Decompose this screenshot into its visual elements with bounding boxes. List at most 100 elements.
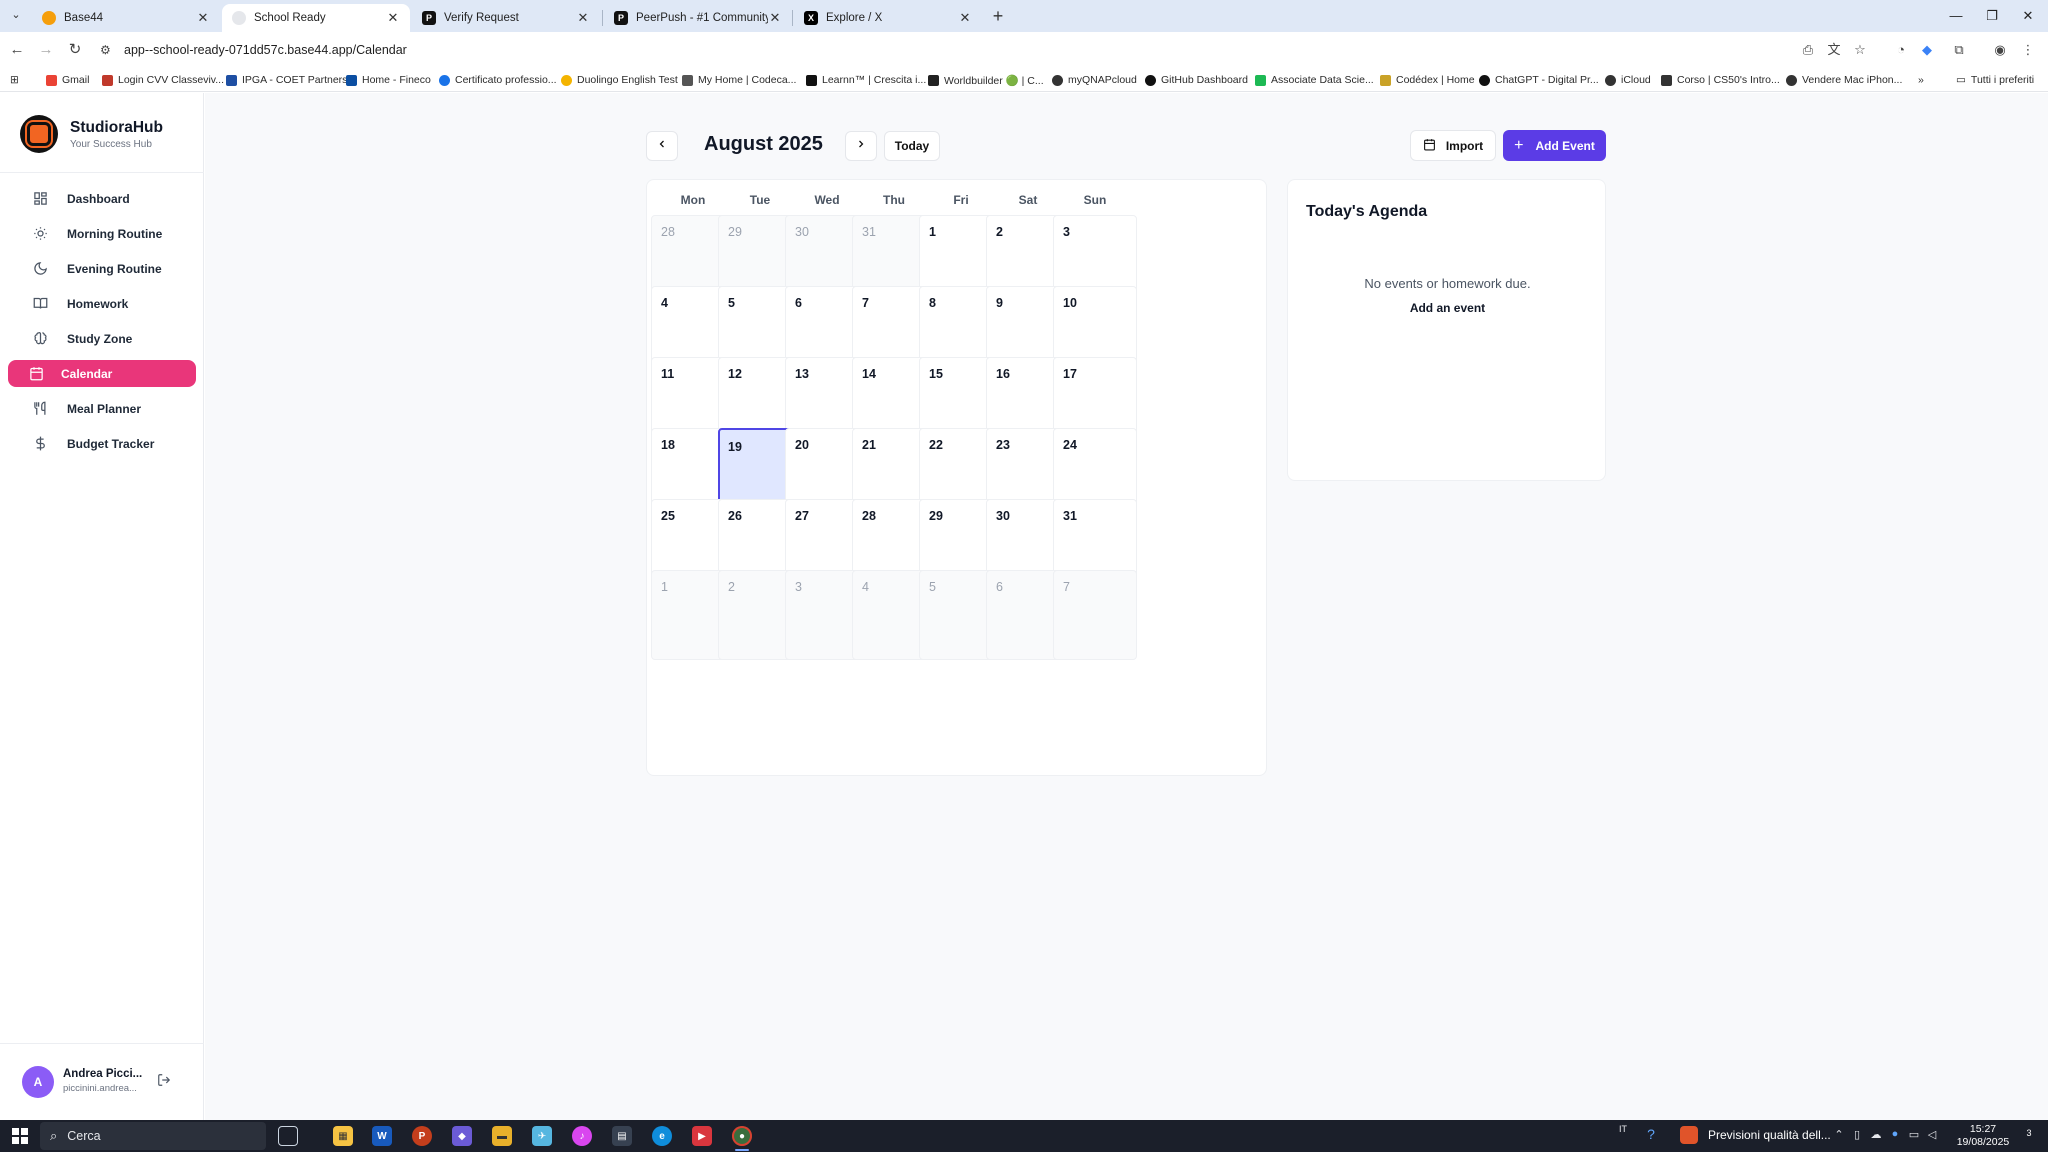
forward-icon[interactable]: → [36,40,56,60]
bookmark-item[interactable]: Duolingo English Test [561,72,678,88]
tab-peerpush[interactable]: P PeerPush - #1 Community for I ✕ [604,4,792,32]
minimize-icon[interactable]: — [1945,6,1967,26]
sidebar-item-meal-planner[interactable]: Meal Planner [8,395,196,422]
media-player-icon[interactable]: ▶ [692,1126,712,1146]
agenda-empty-message: No events or homework due. [1364,276,1531,291]
add-event-button[interactable]: + Add Event [1503,130,1606,161]
x-logo-icon: X [804,11,818,25]
bookmark-label: iCloud [1621,74,1651,86]
bookmark-item[interactable]: GitHub Dashboard [1145,72,1248,88]
extension-icon[interactable]: ◔ [1891,40,1911,60]
app-icon[interactable]: ✈ [532,1126,552,1146]
prev-month-button[interactable] [646,131,678,161]
word-icon[interactable]: W [372,1126,392,1146]
bookmark-item[interactable]: Worldbuilder 🟢 | C... [928,72,1044,88]
edge-icon[interactable]: e [652,1126,672,1146]
extensions-puzzle-icon[interactable]: ⧉ [1949,40,1969,60]
bookmark-item[interactable]: Corso | CS50's Intro... [1661,72,1780,88]
sidebar-item-budget-tracker[interactable]: Budget Tracker [8,430,196,457]
menu-kebab-icon[interactable]: ⋮ [2018,40,2038,60]
bookmark-item[interactable]: Vendere Mac iPhon... [1786,72,1902,88]
reload-icon[interactable]: ↻ [65,40,85,60]
restore-icon[interactable]: ❐ [1981,6,2003,26]
bookmark-item[interactable]: Gmail [46,72,89,88]
day-number: 6 [795,296,802,310]
bookmark-item[interactable]: iCloud [1605,72,1651,88]
sidebar-item-evening-routine[interactable]: Evening Routine [8,255,196,282]
itunes-icon[interactable]: ♪ [572,1126,592,1146]
volume-icon[interactable]: ◁ [1924,1128,1940,1141]
bookmark-star-icon[interactable]: ☆ [1850,40,1870,60]
close-icon[interactable]: ✕ [386,10,400,26]
cloud-icon[interactable]: ☁ [1868,1128,1884,1141]
sidebar-item-morning-routine[interactable]: Morning Routine [8,220,196,247]
help-icon[interactable]: ? [1643,1126,1659,1142]
bookmark-item[interactable]: Associate Data Scie... [1255,72,1374,88]
keyboard-language[interactable]: IT [1615,1124,1631,1134]
install-app-icon[interactable]: ⎙ [1798,40,1818,60]
bookmark-item[interactable]: Learnn™ | Crescita i... [806,72,926,88]
logout-icon[interactable] [157,1073,173,1089]
taskbar-search[interactable]: ⌕ Cerca [40,1122,266,1150]
sidebar-item-homework[interactable]: Homework [8,290,196,317]
avatar[interactable]: A [22,1066,54,1098]
tab-search-icon[interactable]: ⌄ [8,8,24,24]
tray-app-icon[interactable]: ▯ [1849,1128,1865,1141]
next-month-button[interactable] [845,131,877,161]
add-an-event-link[interactable]: Add an event [1288,301,1607,315]
tab-verify-request[interactable]: P Verify Request ✕ [412,4,600,32]
more-bookmarks-icon[interactable]: » [1918,72,1924,88]
back-icon[interactable]: ← [7,40,27,60]
notification-badge[interactable]: 3 [2020,1128,2038,1144]
book-icon [32,296,48,312]
import-button[interactable]: Import [1410,130,1496,161]
extension-icon[interactable]: ◆ [1917,40,1937,60]
file-manager-icon[interactable]: ▦ [333,1126,353,1146]
translate-icon[interactable]: 文 [1824,40,1844,60]
windows-start-icon[interactable] [12,1128,28,1144]
tab-explore-x[interactable]: X Explore / X ✕ [794,4,982,32]
calculator-icon[interactable]: ▤ [612,1126,632,1146]
url-text[interactable]: app--school-ready-071dd57c.base44.app/Ca… [124,43,407,57]
close-icon[interactable]: ✕ [768,10,782,26]
sidebar-item-calendar[interactable]: Calendar [8,360,196,387]
bookmark-item[interactable]: myQNAPcloud [1052,72,1137,88]
bookmark-item[interactable]: Codédex | Home [1380,72,1475,88]
close-icon[interactable]: ✕ [958,10,972,26]
tab-school-ready[interactable]: School Ready ✕ [222,4,410,32]
bookmark-label: Gmail [62,74,90,86]
address-bar[interactable]: ⚙ app--school-ready-071dd57c.base44.app/… [100,36,1860,64]
brand[interactable]: StudioraHub Your Success Hub [20,115,163,153]
apps-grid-icon[interactable]: ⊞ [10,72,19,88]
chevron-up-icon[interactable]: ⌃ [1831,1128,1847,1141]
copilot-icon[interactable]: ◆ [452,1126,472,1146]
today-button[interactable]: Today [884,131,940,161]
tray-app-icon[interactable]: ● [1887,1128,1903,1140]
all-bookmarks-folder[interactable]: ▭ Tutti i preferiti [1956,72,2034,88]
task-view-icon[interactable] [278,1126,298,1146]
weather-widget[interactable]: Previsioni qualità dell... [1680,1126,1831,1144]
site-info-icon[interactable]: ⚙ [100,43,116,57]
window-close-icon[interactable]: ✕ [2017,6,2039,26]
file-explorer-icon[interactable]: ▬ [492,1126,512,1146]
chrome-icon[interactable]: ● [732,1126,752,1146]
bookmark-item[interactable]: Home - Fineco [346,72,431,88]
bookmark-item[interactable]: Certificato professio... [439,72,557,88]
tab-base44[interactable]: Base44 ✕ [32,4,220,32]
new-tab-button[interactable]: + [988,6,1008,26]
powerpoint-icon[interactable]: P [412,1126,432,1146]
close-icon[interactable]: ✕ [576,10,590,26]
day-number: 22 [929,438,943,452]
network-icon[interactable]: ▭ [1906,1128,1922,1141]
bookmark-favicon-icon [1255,74,1266,86]
bookmark-item[interactable]: Login CVV Classeviv... [102,72,224,88]
bookmark-item[interactable]: ChatGPT - Digital Pr... [1479,72,1599,88]
system-clock[interactable]: 15:27 19/08/2025 [1948,1123,2018,1149]
bookmark-item[interactable]: My Home | Codeca... [682,72,796,88]
sidebar-item-study-zone[interactable]: Study Zone [8,325,196,352]
calendar-day[interactable]: 7 [1053,570,1137,660]
close-icon[interactable]: ✕ [196,10,210,26]
profile-avatar-icon[interactable]: ◉ [1990,40,2010,60]
sidebar-item-dashboard[interactable]: Dashboard [8,185,196,212]
bookmark-item[interactable]: IPGA - COET Partners [226,72,347,88]
